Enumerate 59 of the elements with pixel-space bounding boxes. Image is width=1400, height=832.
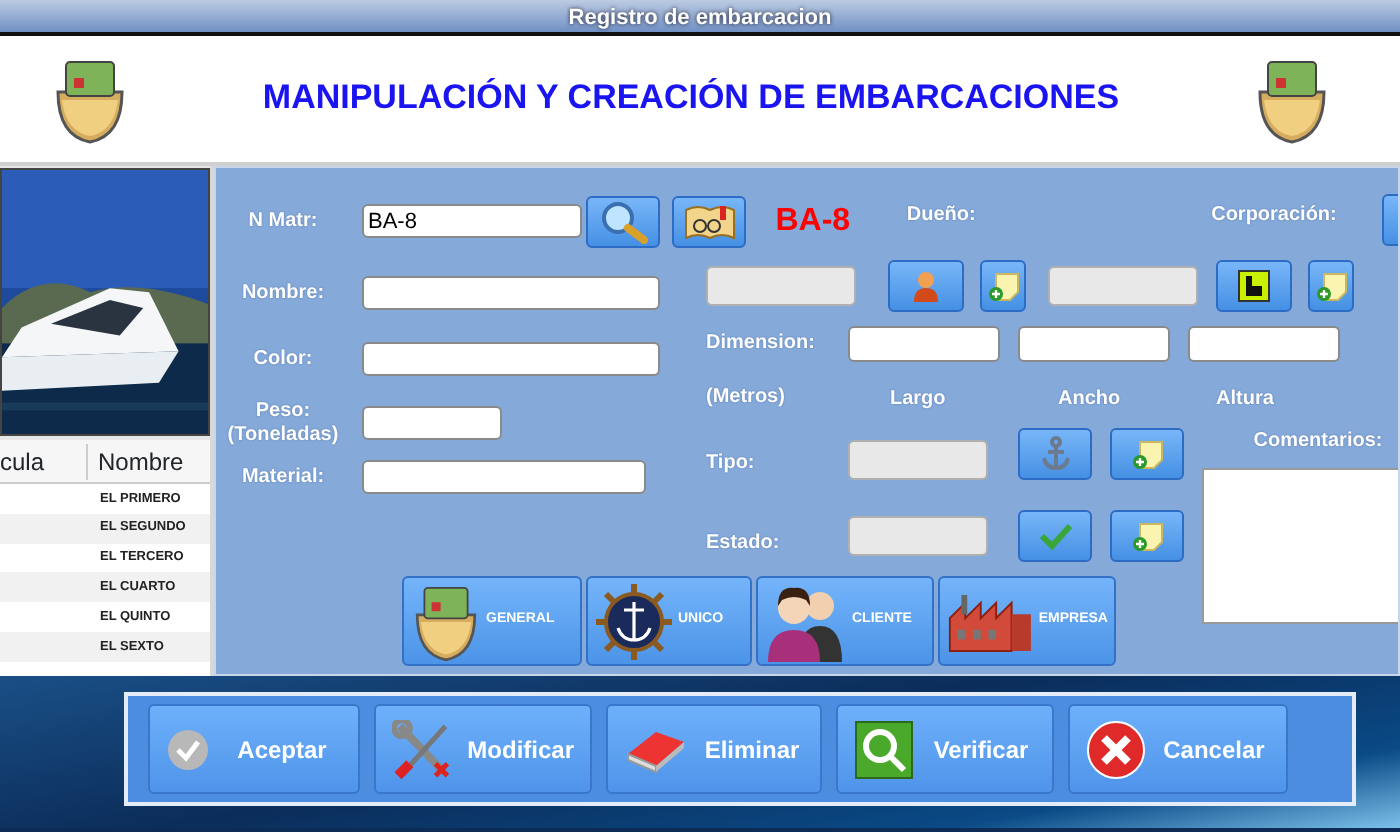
input-field[interactable]: BA-8 [362,204,582,238]
ship-wheel-icon [594,581,674,661]
field-label: Peso: (Toneladas) [225,399,341,447]
add-button[interactable] [1110,510,1184,562]
input-field[interactable] [362,460,646,494]
book-icon [681,201,737,241]
anchor-button[interactable] [1018,428,1092,480]
input-field[interactable] [362,342,660,376]
field-label: Tipo: [706,450,757,476]
field-label: Dimension: [706,332,817,356]
input-field[interactable] [1018,326,1170,362]
field-label: Estado: [706,530,782,556]
field-label: Color: [251,347,315,371]
add-note-icon [987,271,1019,301]
book-button[interactable] [672,195,746,247]
field-label: Material: [239,465,327,489]
column-header[interactable]: Nombre [88,443,184,479]
person-icon [912,270,940,302]
building-icon [1238,270,1270,302]
comments-field[interactable] [1202,468,1398,624]
field-label: Comentarios: [1251,430,1385,454]
factory-icon [946,589,1035,653]
cancel-icon [1086,719,1146,779]
check-circle-icon [166,727,210,771]
delete-button[interactable]: Eliminar [606,704,822,794]
field-label: N Matr: [246,209,320,233]
search-button[interactable] [586,195,660,247]
record-code: BA-8 [775,201,853,241]
page-title: MANIPULACIÓN Y CREACIÓN DE EMBARCACIONES [262,78,1120,120]
add-note-icon [1315,271,1347,301]
axis-label: Ancho [1058,387,1121,409]
person-button[interactable] [888,260,964,312]
building-button[interactable] [1216,260,1292,312]
add-note-icon [1131,521,1163,551]
window-title: Registro de embarcacion [568,6,832,30]
input-field[interactable] [848,326,1000,362]
field-label: (Metros) [706,386,787,410]
modify-button[interactable]: Modificar [374,704,592,794]
check-button[interactable] [1018,510,1092,562]
input-field[interactable] [362,406,502,440]
input-field[interactable] [1188,326,1340,362]
verify-icon [854,719,914,779]
check-icon [1037,522,1073,550]
axis-label: Largo [890,387,946,409]
verify-button[interactable]: Verificar [836,704,1054,794]
add-button[interactable] [980,260,1026,312]
add-button[interactable] [1110,428,1184,480]
field-label: Nombre: [239,281,327,305]
search-icon [597,199,649,243]
input-field[interactable] [362,276,660,310]
anchor-icon [1041,436,1069,472]
field-label: Corporación: [1211,204,1337,226]
add-button[interactable] [1308,260,1354,312]
accept-button[interactable]: Aceptar [148,704,360,794]
field-label: Dueño: [906,204,976,226]
axis-label: Altura [1216,387,1274,409]
column-header[interactable]: cula [0,443,88,479]
cancel-button[interactable]: Cancelar [1068,704,1288,794]
add-note-icon [1131,439,1163,469]
